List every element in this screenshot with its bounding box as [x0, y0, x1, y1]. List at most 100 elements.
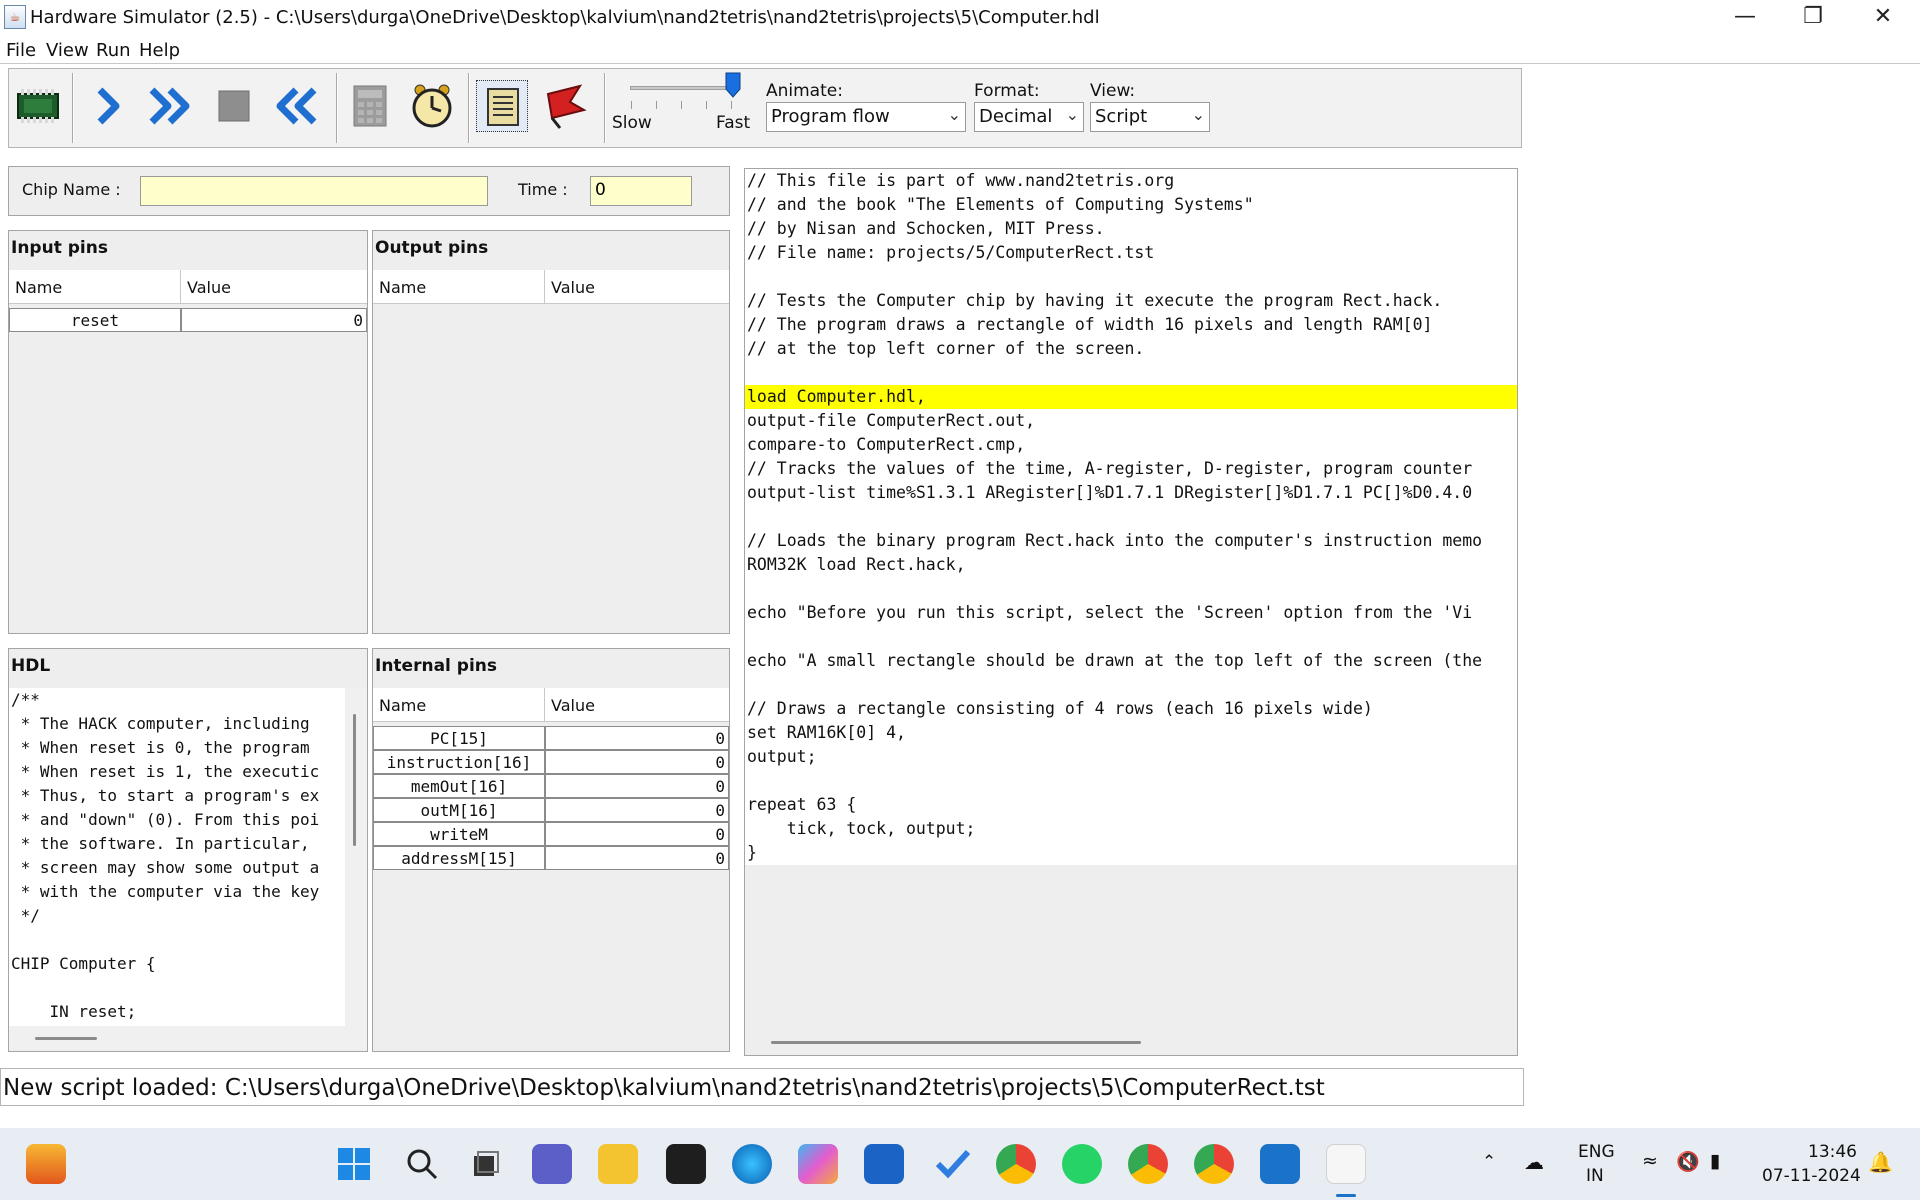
clock-date[interactable]: 07-11-2024 [1762, 1166, 1861, 1186]
script-line: // Draws a rectangle consisting of 4 row… [747, 699, 1373, 718]
column-header-name: Name [379, 278, 427, 297]
internal-pin-name: memOut[16] [373, 774, 545, 798]
hdl-horizontal-scrollbar[interactable] [9, 1026, 367, 1050]
task-view-icon[interactable] [466, 1144, 506, 1184]
close-button[interactable]: ✕ [1848, 0, 1918, 36]
internal-pin-name: writeM [373, 822, 545, 846]
hdl-line: CHIP Computer { [11, 954, 156, 973]
hdl-line: * Thus, to start a program's ex [11, 786, 320, 805]
taskbar-app-icon[interactable] [26, 1144, 66, 1184]
breakpoint-flag-icon[interactable] [540, 80, 592, 132]
menu-run[interactable]: Run [96, 40, 131, 61]
java-app-icon[interactable] [1326, 1144, 1366, 1184]
hdl-text-area[interactable]: /** * The HACK computer, including * Whe… [9, 688, 345, 1026]
menu-view[interactable]: View [46, 40, 89, 61]
script-line: // This file is part of www.nand2tetris.… [747, 171, 1175, 190]
eval-calculator-icon[interactable] [344, 80, 396, 132]
hdl-vertical-scrollbar[interactable] [345, 688, 367, 1026]
copilot-icon[interactable] [798, 1144, 838, 1184]
column-divider [544, 270, 545, 304]
script-line: // at the top left corner of the screen. [747, 339, 1145, 358]
menu-file[interactable]: File [6, 40, 36, 61]
script-line-current: load Computer.hdl, [745, 385, 1517, 409]
notification-bell-icon[interactable]: 🔔 [1868, 1150, 1893, 1174]
time-field[interactable]: 0 [590, 176, 692, 206]
single-step-icon[interactable] [82, 80, 134, 132]
scrollbar-thumb[interactable] [353, 714, 356, 846]
teams-icon[interactable] [532, 1144, 572, 1184]
script-line: // Tests the Computer chip by having it … [747, 291, 1443, 310]
animate-label: Animate: [766, 81, 843, 101]
todo-icon[interactable] [932, 1144, 972, 1184]
internal-pin-name: PC[15] [373, 726, 545, 750]
script-line [745, 769, 1517, 793]
restore-button[interactable]: ❐ [1778, 0, 1848, 36]
script-empty-area [745, 865, 1517, 1025]
hdl-line: * screen may show some output a [11, 858, 320, 877]
hdl-line: * The HACK computer, including [11, 714, 310, 733]
minimize-button[interactable]: — [1710, 0, 1780, 36]
chrome-profile-icon[interactable] [1128, 1144, 1168, 1184]
script-line [745, 673, 1517, 697]
microsoft-store-icon[interactable] [864, 1144, 904, 1184]
input-pin-value[interactable]: 0 [181, 308, 367, 332]
scrollbar-thumb[interactable] [35, 1037, 97, 1040]
column-header-value: Value [187, 278, 231, 297]
stop-icon[interactable] [208, 80, 260, 132]
internal-pin-value: 0 [545, 750, 729, 774]
toolbar-separator [72, 73, 74, 143]
slider-tick [706, 101, 707, 109]
view-select[interactable]: Script ⌄ [1090, 102, 1210, 132]
hdl-line: IN reset; [11, 1002, 137, 1021]
script-horizontal-scrollbar[interactable] [745, 1025, 1517, 1055]
script-line [745, 625, 1517, 649]
scrollbar-thumb[interactable] [771, 1041, 1141, 1044]
edge-icon[interactable] [732, 1144, 772, 1184]
menu-help[interactable]: Help [139, 40, 180, 61]
hdl-line: * the software. In particular, [11, 834, 310, 853]
script-line: compare-to ComputerRect.cmp, [747, 435, 1026, 454]
vscode-icon[interactable] [1260, 1144, 1300, 1184]
column-header-value: Value [551, 696, 595, 715]
animate-select-value: Program flow [771, 106, 890, 127]
view-select-value: Script [1095, 106, 1148, 127]
slider-tick [681, 101, 682, 109]
chrome-profile-icon[interactable] [1194, 1144, 1234, 1184]
chevron-up-icon[interactable]: ⌃ [1482, 1152, 1496, 1172]
speed-slider-thumb[interactable] [725, 72, 741, 98]
wifi-icon[interactable]: ≈ [1642, 1150, 1658, 1172]
volume-muted-icon[interactable]: 🔇 [1676, 1150, 1700, 1173]
clock-time[interactable]: 13:46 [1808, 1142, 1857, 1162]
windows-start-icon[interactable] [334, 1144, 374, 1184]
column-divider [544, 688, 545, 722]
script-line [745, 505, 1517, 529]
script-line [745, 577, 1517, 601]
speed-slider[interactable] [630, 86, 732, 90]
load-chip-icon[interactable] [12, 80, 64, 132]
script-text-area[interactable]: // This file is part of www.nand2tetris.… [745, 169, 1517, 865]
reset-icon[interactable] [270, 80, 322, 132]
internal-pins-table-header: Name Value [373, 688, 729, 722]
script-line: output-list time%S1.3.1 ARegister[]%D1.7… [747, 483, 1473, 502]
internal-pin-value: 0 [545, 822, 729, 846]
internal-pins-title: Internal pins [375, 656, 498, 676]
chip-name-field[interactable] [140, 176, 488, 206]
script-icon[interactable] [476, 80, 528, 132]
run-icon[interactable] [144, 80, 196, 132]
hdl-line: * When reset is 1, the executic [11, 762, 320, 781]
battery-icon[interactable]: ▮ [1710, 1150, 1720, 1172]
onedrive-icon[interactable]: ☁ [1524, 1150, 1544, 1174]
slider-tick [631, 101, 632, 109]
language-top[interactable]: ENG [1578, 1142, 1615, 1162]
script-line: // Loads the binary program Rect.hack in… [747, 531, 1483, 550]
clock-icon[interactable] [406, 80, 458, 132]
chrome-icon[interactable] [996, 1144, 1036, 1184]
whatsapp-icon[interactable] [1062, 1144, 1102, 1184]
language-bottom[interactable]: IN [1586, 1166, 1604, 1186]
format-select[interactable]: Decimal ⌄ [974, 102, 1084, 132]
animate-select[interactable]: Program flow ⌄ [766, 102, 966, 132]
file-explorer-icon[interactable] [598, 1144, 638, 1184]
search-icon[interactable] [402, 1144, 442, 1184]
figma-icon[interactable] [666, 1144, 706, 1184]
script-line: echo "Before you run this script, select… [747, 603, 1473, 622]
